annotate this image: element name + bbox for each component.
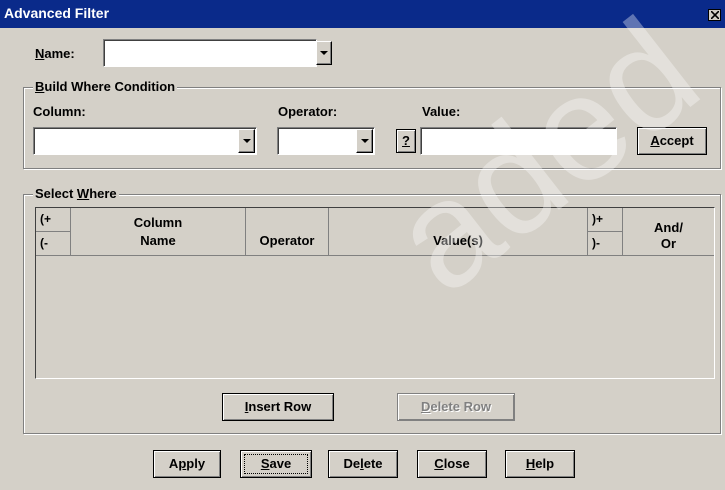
value-lookup-button[interactable]: ? <box>396 129 416 153</box>
grid-body[interactable] <box>36 256 714 378</box>
open-paren-column-header[interactable]: (+ (- <box>36 208 71 256</box>
column-combobox[interactable] <box>33 127 257 155</box>
accept-button[interactable]: Accept <box>637 127 707 155</box>
select-where-group-label: Select Where <box>33 186 119 201</box>
close-button-footer[interactable]: Close <box>417 450 487 478</box>
name-label: Name: <box>35 46 75 61</box>
name-combobox[interactable] <box>103 39 317 67</box>
close-paren-column-header[interactable]: )+ )- <box>588 208 623 256</box>
help-button[interactable]: Help <box>505 450 575 478</box>
operator-header[interactable]: Operator <box>246 208 329 256</box>
values-header[interactable]: Value(s) <box>329 208 588 256</box>
build-where-group-label: Build Where Condition <box>33 79 178 94</box>
operator-label: Operator: <box>278 104 338 119</box>
column-dropdown-button[interactable] <box>238 129 255 153</box>
save-button[interactable]: Save <box>240 450 312 478</box>
name-dropdown-button[interactable] <box>316 41 332 65</box>
close-icon <box>711 11 719 19</box>
insert-row-button[interactable]: Insert Row <box>222 393 334 421</box>
question-icon: ? <box>402 133 410 148</box>
conditions-grid[interactable]: (+ (- Column Name Operator Value(s) )+ )… <box>35 207 715 379</box>
title-bar: Advanced Filter <box>0 0 725 28</box>
apply-button[interactable]: Apply <box>153 450 221 478</box>
operator-dropdown-button[interactable] <box>356 129 373 153</box>
column-label: Column: <box>33 104 86 119</box>
delete-row-button[interactable]: Delete Row <box>397 393 515 421</box>
value-input[interactable] <box>420 127 617 155</box>
column-name-header[interactable]: Column Name <box>71 208 246 256</box>
delete-button[interactable]: Delete <box>328 450 398 478</box>
close-button[interactable] <box>708 9 721 21</box>
value-label: Value: <box>422 104 461 119</box>
window-title: Advanced Filter <box>4 5 110 21</box>
grid-header: (+ (- Column Name Operator Value(s) )+ )… <box>36 208 714 256</box>
and-or-header[interactable]: And/ Or <box>623 208 714 256</box>
